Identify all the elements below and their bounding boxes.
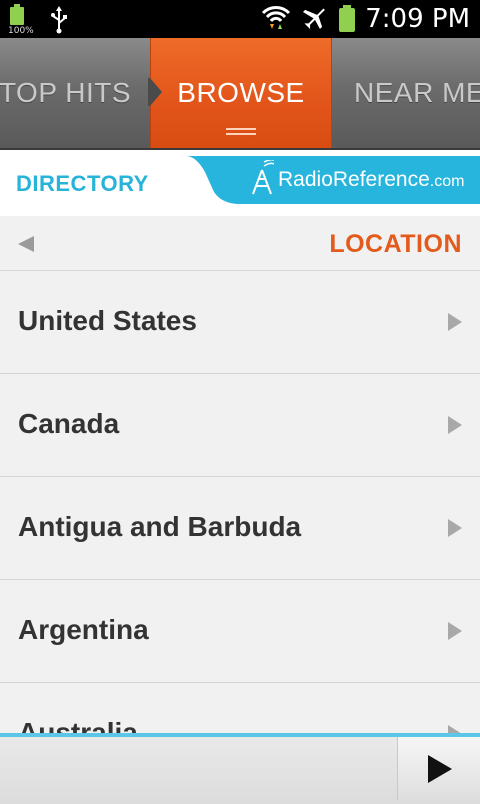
list-item[interactable]: Australia <box>0 683 480 733</box>
chevron-right-icon <box>448 622 462 645</box>
radio-tower-icon <box>250 158 275 201</box>
wifi-icon <box>261 3 291 36</box>
list-item-label: Australia <box>18 717 138 733</box>
chevron-right-icon <box>448 725 462 733</box>
usb-icon <box>50 6 68 39</box>
player-bar <box>0 733 480 804</box>
tab-top-hits[interactable]: TOP HITS <box>0 38 150 148</box>
clock: 7:09 PM <box>365 4 470 34</box>
play-button[interactable] <box>397 737 480 800</box>
back-arrow-icon[interactable] <box>18 236 34 257</box>
list-item[interactable]: Antigua and Barbuda <box>0 477 480 580</box>
battery-small-label: 100% <box>8 26 34 36</box>
tab-near-me[interactable]: NEAR ME <box>330 38 480 148</box>
list-item[interactable]: Argentina <box>0 580 480 683</box>
battery-icon <box>339 5 356 33</box>
location-title: LOCATION <box>329 230 462 258</box>
tab-bar: TOP HITS BROWSE NEAR ME <box>0 38 480 150</box>
chevron-right-icon <box>448 519 462 542</box>
tab-divider-chevron-icon <box>148 78 164 106</box>
play-icon <box>428 755 452 783</box>
chevron-right-icon <box>448 416 462 439</box>
chevron-right-icon <box>448 313 462 336</box>
logo-suffix: .com <box>429 173 465 190</box>
airplane-mode-icon <box>301 3 329 36</box>
list-item-label: Antigua and Barbuda <box>18 511 302 542</box>
logo-text: RadioReference <box>278 168 430 191</box>
list-item[interactable]: Canada <box>0 374 480 477</box>
list-item[interactable]: United States <box>0 271 480 374</box>
radioreference-logo: RadioReference.com <box>250 158 464 202</box>
location-header: LOCATION <box>0 216 480 271</box>
country-list: United States Canada Antigua and Barbuda… <box>0 271 480 733</box>
tab-grip-icon <box>226 128 256 138</box>
status-bar: 100% 7:09 PM <box>0 0 480 38</box>
list-item-label: Argentina <box>18 614 149 645</box>
list-item-label: United States <box>18 305 197 336</box>
battery-small-icon <box>10 4 24 28</box>
directory-title: DIRECTORY <box>16 171 149 196</box>
list-item-label: Canada <box>18 408 120 439</box>
